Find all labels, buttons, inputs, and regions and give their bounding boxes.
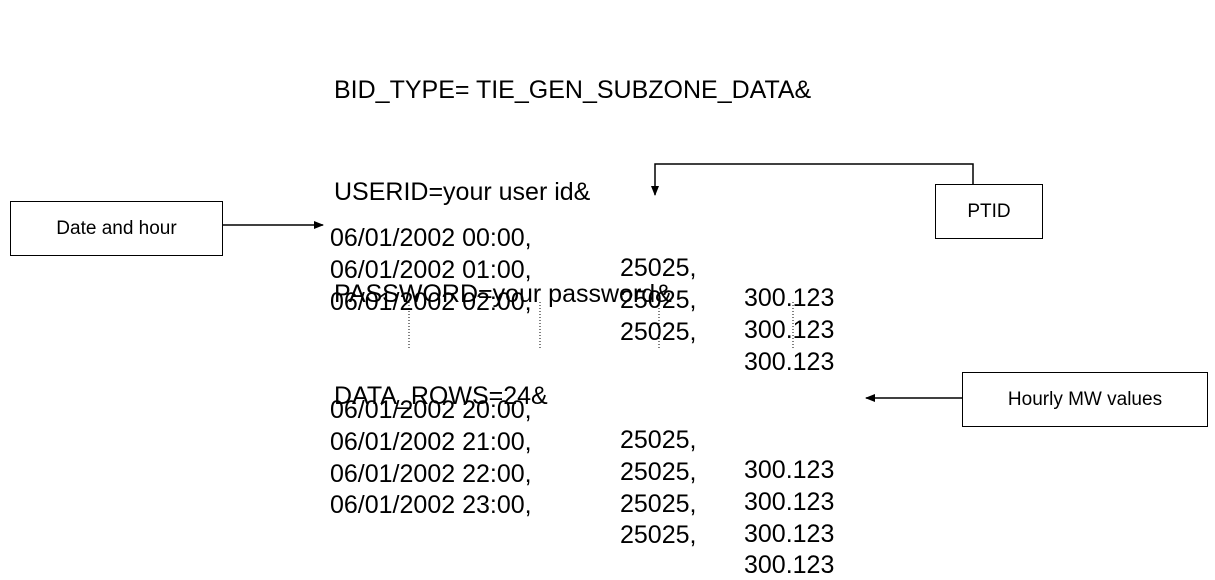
row-mw: 300.123 [744, 551, 835, 579]
row-ptid: 25025, [620, 521, 697, 549]
row-mw: 300.123 [744, 520, 835, 548]
connector-overlay [223, 163, 974, 402]
ptid-arrow [651, 163, 974, 196]
